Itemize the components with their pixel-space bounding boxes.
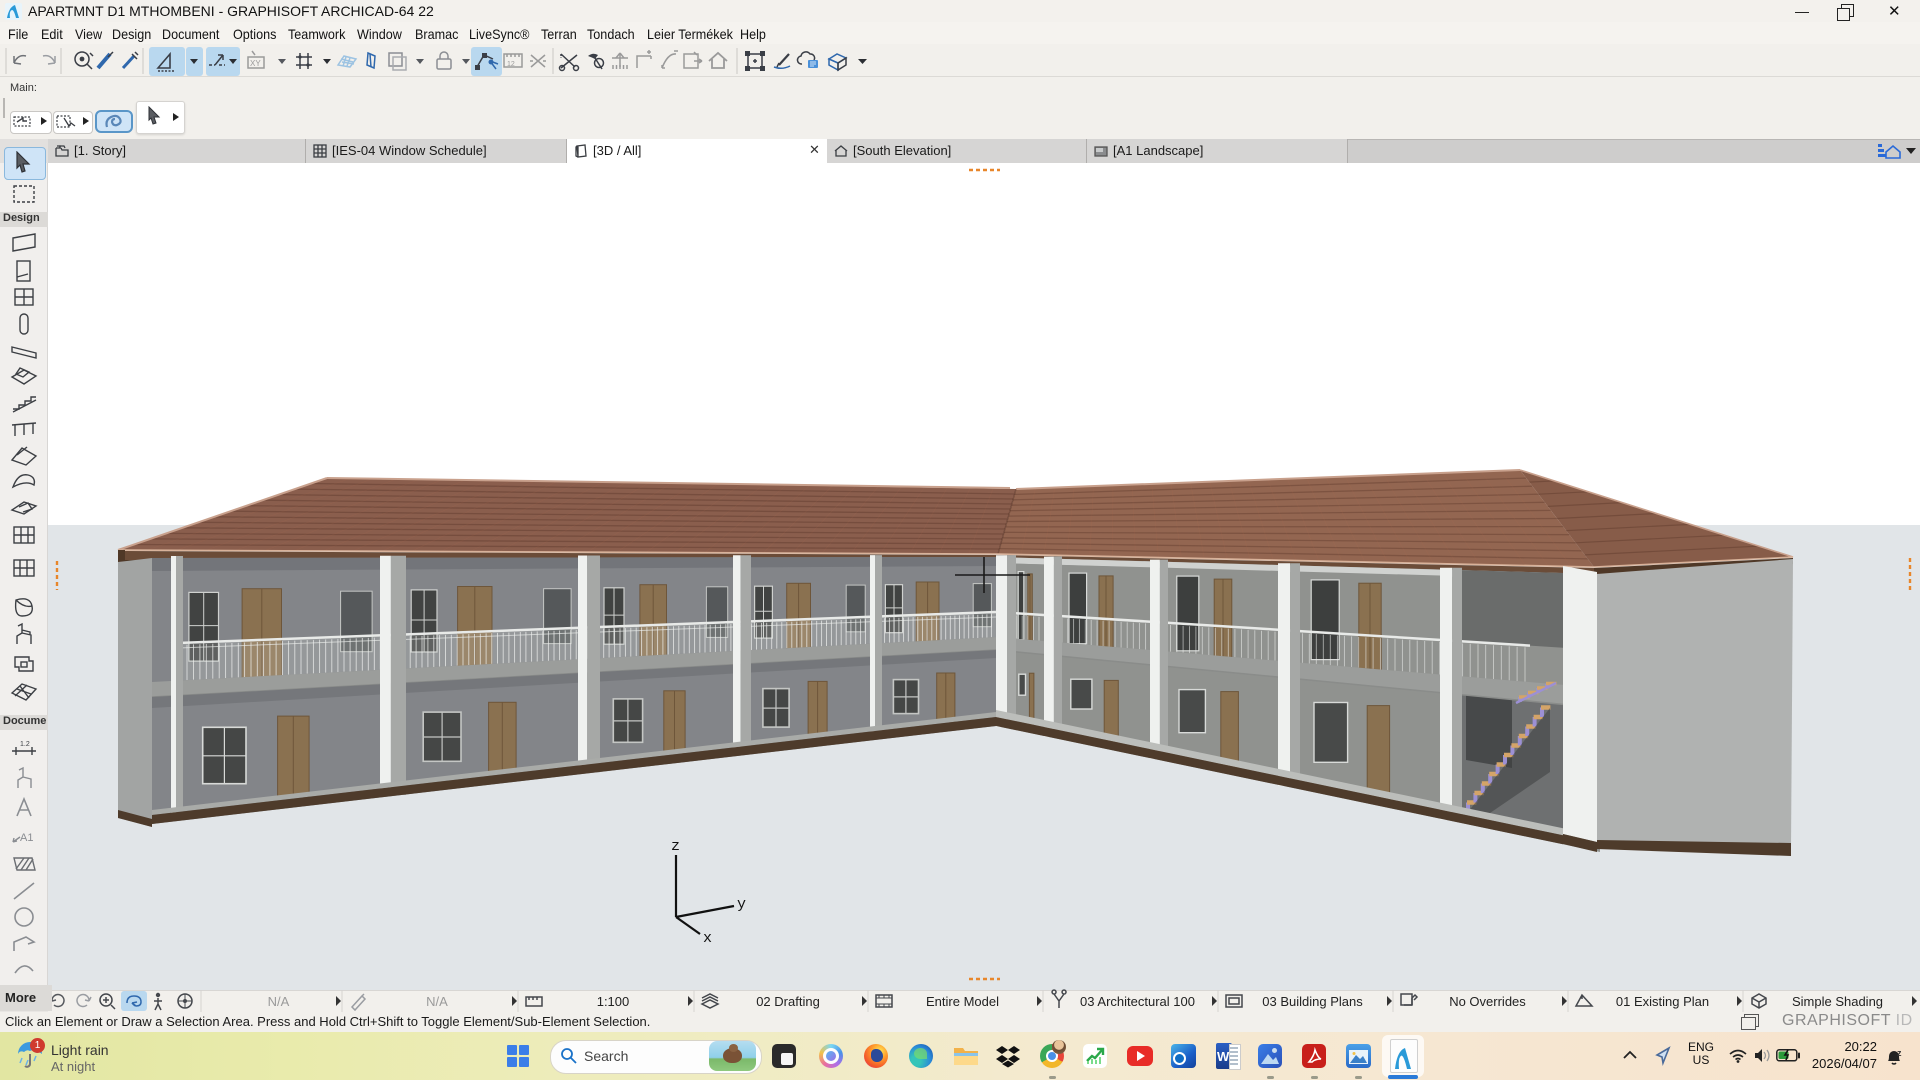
svg-text:y: y [737,896,746,913]
svg-text:A1: A1 [20,832,33,844]
svg-text:Simple Shading: Simple Shading [1792,994,1883,1009]
svg-text:1:100: 1:100 [597,994,630,1009]
svg-text:12: 12 [507,61,515,68]
svg-text:1.2: 1.2 [20,741,30,748]
svg-text:XY: XY [250,59,261,68]
svg-text:z: z [1897,1048,1902,1058]
svg-text:03 Architectural 100: 03 Architectural 100 [1080,994,1195,1009]
svg-text:No Overrides: No Overrides [1449,994,1526,1009]
svg-text:01 Existing Plan: 01 Existing Plan [1616,994,1709,1009]
svg-text:N/A: N/A [268,994,290,1009]
svg-text:N/A: N/A [426,994,448,1009]
svg-text:03 Building Plans: 03 Building Plans [1262,994,1363,1009]
svg-text:z: z [671,838,680,855]
svg-text:Entire Model: Entire Model [926,994,999,1009]
svg-text:x: x [703,930,712,947]
svg-text:02 Drafting: 02 Drafting [756,994,820,1009]
